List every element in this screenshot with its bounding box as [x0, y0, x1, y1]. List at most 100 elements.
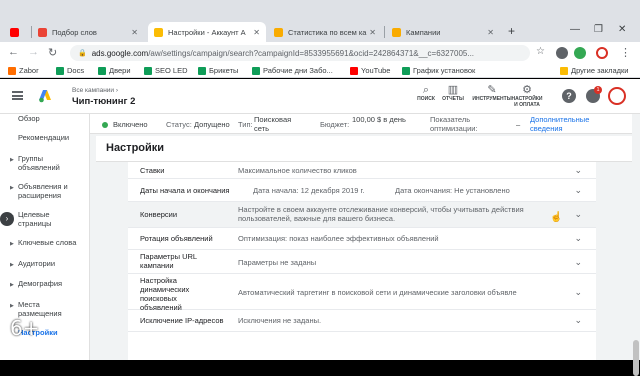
sidebar-item-ads-extensions[interactable]: Объявления и расширения — [18, 182, 86, 201]
close-icon[interactable]: ✕ — [131, 28, 138, 37]
star-icon[interactable]: ☆ — [536, 46, 545, 57]
more-details-link[interactable]: Дополнительные сведения — [530, 115, 606, 133]
sidebar-item-overview[interactable]: Обзор — [18, 114, 40, 123]
chevron-down-icon[interactable]: ⌄ — [574, 209, 582, 220]
optimization-value: – — [516, 120, 521, 129]
lock-icon: 🔒 — [78, 50, 87, 57]
tab-settings-active[interactable]: Настройки - Аккаунт А ✕ — [148, 22, 266, 42]
back-arrow-icon[interactable]: ← — [8, 46, 19, 58]
settings-row-dsa[interactable]: Настройка динамических поисковых объявле… — [128, 274, 596, 312]
row-value: Дата начала: 12 декабря 2019 г. — [253, 186, 365, 195]
chevron-down-icon[interactable]: ⌄ — [574, 233, 582, 244]
campaign-status-bar: Включено Статус: Допущено Тип: Поисковая… — [90, 114, 640, 134]
close-icon[interactable]: ✕ — [253, 28, 260, 37]
forward-arrow-icon[interactable]: → — [28, 46, 39, 58]
sidebar-item-ad-groups[interactable]: Группы объявлений — [18, 154, 84, 173]
page-title: Настройки — [96, 136, 634, 162]
tools-button[interactable]: ✎ ИНСТРУМЕНТЫ — [472, 84, 512, 103]
search-tool-button[interactable]: ⌕ ПОИСК — [416, 84, 436, 103]
bookmark-icon — [98, 66, 106, 75]
hamburger-menu-icon[interactable] — [12, 91, 23, 100]
tab-title: Кампании — [406, 27, 441, 37]
youtube-icon — [10, 27, 19, 37]
new-tab-button[interactable]: + — [508, 24, 515, 38]
chevron-down-icon[interactable]: ⌄ — [574, 257, 582, 268]
settings-row-conversions[interactable]: Конверсии Настройте в своем аккаунте отс… — [128, 202, 596, 228]
settings-row-url-params[interactable]: Параметры URL кампании Параметры не зада… — [128, 250, 596, 274]
row-value: Оптимизация: показ наиболее эффективных … — [238, 234, 439, 243]
tab-statistics[interactable]: Статистика по всем ка ✕ — [268, 22, 382, 42]
row-value: Исключения не заданы. — [238, 316, 322, 325]
chevron-down-icon[interactable]: ⌄ — [574, 315, 582, 326]
close-icon[interactable]: ✕ — [369, 28, 376, 37]
doc-icon — [274, 27, 283, 37]
tab-youtube[interactable] — [4, 22, 30, 42]
row-value: Максимальное количество кликов — [238, 166, 357, 175]
campaign-name[interactable]: Чип-тюнинг 2 — [72, 96, 135, 107]
bookmark-item[interactable]: Брикеты — [198, 66, 238, 75]
tab-title: Статистика по всем ка — [288, 27, 367, 37]
tab-campaigns[interactable]: Кампании ✕ — [386, 22, 500, 42]
bookmark-item[interactable]: Zabor — [8, 66, 39, 75]
settings-row-dates[interactable]: Даты начала и окончания Дата начала: 12 … — [128, 179, 596, 202]
settings-row-bidding[interactable]: Ставки Максимальное количество кликов ⌄ — [128, 162, 596, 179]
minimize-button[interactable]: — — [570, 24, 580, 35]
doc-icon — [392, 27, 401, 37]
settings-billing-button[interactable]: ⚙ НАСТРОЙКИ И ОПЛАТА — [510, 84, 544, 108]
chevron-down-icon[interactable]: ⌄ — [574, 165, 582, 176]
chevron-down-icon[interactable]: ⌄ — [574, 287, 582, 298]
settings-row-ad-rotation[interactable]: Ротация объявлений Оптимизация: показ на… — [128, 228, 596, 250]
row-value: Автоматический таргетинг в поисковой сет… — [238, 288, 517, 297]
tab-keyword-planner[interactable]: Подбор слов ✕ — [32, 22, 144, 42]
row-label: Настройка динамических поисковых объявле… — [140, 276, 190, 312]
other-bookmarks[interactable]: Другие закладки — [560, 66, 628, 75]
close-window-button[interactable]: ✕ — [618, 24, 626, 35]
scrollbar-thumb[interactable] — [633, 340, 639, 376]
row-value: Параметры не заданы — [238, 258, 317, 267]
chevron-down-icon[interactable]: ⌄ — [574, 185, 582, 196]
google-ads-icon — [154, 27, 163, 37]
bookmark-item[interactable]: График установок — [402, 66, 475, 75]
age-rating-watermark: 6+ — [10, 316, 40, 340]
bookmark-item[interactable]: YouTube — [350, 66, 390, 75]
row-value-secondary: Дата окончания: Не установлено — [395, 186, 510, 195]
row-label: Конверсии — [140, 210, 178, 219]
help-icon[interactable]: ? — [562, 89, 576, 103]
row-label: Ставки — [140, 166, 165, 175]
sidebar-item-demographics[interactable]: Демография — [18, 279, 62, 288]
close-icon[interactable]: ✕ — [487, 28, 494, 37]
breadcrumb[interactable]: Все кампании › — [72, 87, 118, 94]
budget-label: Бюджет: — [320, 120, 350, 129]
address-bar[interactable]: 🔒 ads.google.com /aw/settings/campaign/s… — [70, 45, 530, 61]
sidebar-item-landing-pages[interactable]: Целевые страницы — [18, 210, 78, 229]
menu-dots-icon[interactable]: ⋮ — [620, 46, 631, 59]
status-label: Статус: — [166, 120, 192, 129]
reports-tool-button[interactable]: ▥ ОТЧЕТЫ — [442, 84, 464, 103]
triangle-right-icon: ▶ — [10, 282, 14, 288]
maximize-button[interactable]: ❐ — [594, 24, 603, 35]
settings-row-ip-exclusions[interactable]: Исключение IP-адресов Исключения не зада… — [128, 310, 596, 332]
extension-icon[interactable] — [556, 47, 568, 59]
sidebar-item-audiences[interactable]: Аудитории — [18, 259, 55, 268]
bookmark-item[interactable]: Двери — [98, 66, 131, 75]
expand-arrow-icon[interactable]: › — [0, 212, 14, 226]
bookmark-icon — [252, 66, 260, 75]
bookmark-item[interactable]: SEO LED — [144, 66, 188, 75]
main-content: Включено Статус: Допущено Тип: Поисковая… — [90, 114, 640, 360]
url-path: /aw/settings/campaign/search?campaignId=… — [148, 48, 475, 58]
bookmark-item[interactable]: Рабочие дни Забо... — [252, 66, 333, 75]
sidebar-item-recommendations[interactable]: Рекомендации — [18, 133, 69, 142]
bookmarks-bar: Zabor Docs Двери SEO LED Брикеты Рабочие… — [0, 64, 640, 78]
triangle-right-icon: ▶ — [10, 262, 14, 268]
account-avatar[interactable] — [608, 87, 626, 105]
bookmark-item[interactable]: Docs — [56, 66, 84, 75]
sidebar-item-keywords[interactable]: Ключевые слова — [18, 238, 76, 247]
extension-icon[interactable] — [574, 47, 586, 59]
settings-card: Ставки Максимальное количество кликов ⌄ … — [128, 162, 596, 360]
scrollbar[interactable] — [632, 114, 640, 376]
youtube-icon — [350, 66, 358, 75]
profile-avatar-icon[interactable] — [596, 47, 608, 59]
reload-icon[interactable]: ↻ — [48, 46, 57, 59]
status-value: Допущено — [194, 120, 230, 129]
status-enabled[interactable]: Включено — [102, 120, 148, 129]
